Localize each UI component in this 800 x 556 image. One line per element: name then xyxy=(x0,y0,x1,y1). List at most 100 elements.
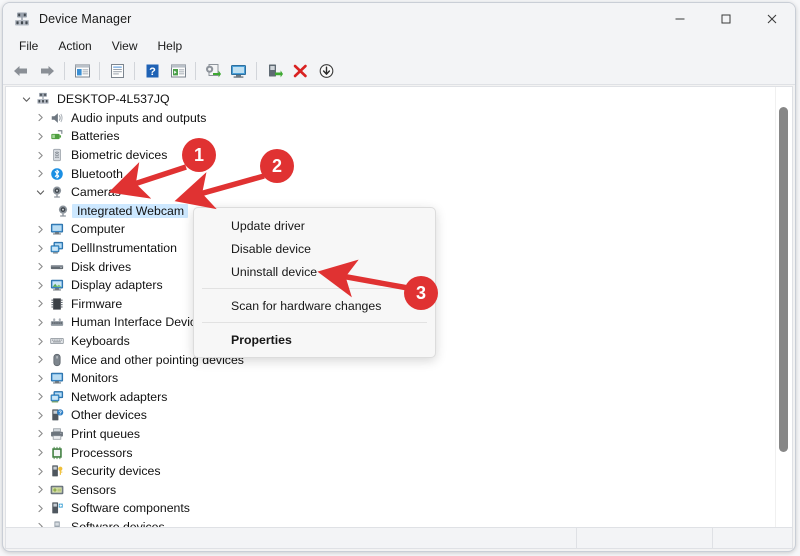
context-menu-item-properties[interactable]: Properties xyxy=(194,328,435,351)
status-cell-tertiary xyxy=(713,528,792,548)
speaker-icon xyxy=(48,111,66,125)
tree-row-label: Cameras xyxy=(71,185,121,200)
context-menu-separator xyxy=(202,322,427,323)
chevron-right-icon[interactable] xyxy=(32,374,48,383)
chevron-right-icon[interactable] xyxy=(32,318,48,327)
chevron-right-icon[interactable] xyxy=(32,485,48,494)
scan-hardware-changes-button[interactable] xyxy=(227,59,251,83)
show-hide-console-tree-icon xyxy=(74,64,90,77)
toolbar-separator xyxy=(99,61,100,80)
properties-button[interactable] xyxy=(105,59,129,83)
context-menu-item-disable-device[interactable]: Disable device xyxy=(194,237,435,260)
toolbar-separator xyxy=(64,61,65,80)
chevron-down-icon[interactable] xyxy=(32,188,48,197)
maximize-button[interactable] xyxy=(703,3,749,35)
chevron-right-icon[interactable] xyxy=(32,169,48,178)
menu-action[interactable]: Action xyxy=(48,37,101,55)
security-device-icon xyxy=(48,464,66,478)
chevron-right-icon[interactable] xyxy=(32,355,48,364)
chevron-right-icon[interactable] xyxy=(32,392,48,401)
vertical-scrollbar[interactable] xyxy=(775,87,792,528)
menu-view[interactable]: View xyxy=(102,37,148,55)
status-cell-main xyxy=(6,528,577,548)
help-button[interactable]: ? xyxy=(140,59,164,83)
annotation-badge-2: 2 xyxy=(260,149,294,183)
tree-row-other-devices[interactable]: ? Other devices xyxy=(6,406,792,425)
uninstall-device-icon xyxy=(293,64,307,77)
monitor-icon xyxy=(48,371,66,385)
enable-device-icon xyxy=(269,64,283,77)
update-driver-icon xyxy=(206,63,221,77)
processor-icon xyxy=(48,446,66,460)
context-menu-item-uninstall-device[interactable]: Uninstall device xyxy=(194,260,435,283)
tree-row-desktop[interactable]: DESKTOP-4L537JQ xyxy=(6,90,792,109)
context-menu-item-update-driver[interactable]: Update driver xyxy=(194,214,435,237)
chevron-right-icon[interactable] xyxy=(32,411,48,420)
tree-row-print-queues[interactable]: Print queues xyxy=(6,425,792,444)
chevron-right-icon[interactable] xyxy=(32,448,48,457)
chevron-down-icon[interactable] xyxy=(18,95,34,104)
context-menu-item-scan-for-hardware-changes[interactable]: Scan for hardware changes xyxy=(194,294,435,317)
tree-row-label: Firmware xyxy=(71,296,123,311)
uninstall-device-button[interactable] xyxy=(288,59,312,83)
annotation-badge-3: 3 xyxy=(404,276,438,310)
printer-icon xyxy=(48,427,66,441)
tree-row-label: Other devices xyxy=(71,408,147,423)
keyboard-icon xyxy=(48,334,66,348)
chevron-right-icon[interactable] xyxy=(32,504,48,513)
tree-row-monitors[interactable]: Monitors xyxy=(6,369,792,388)
minimize-button[interactable] xyxy=(657,3,703,35)
software-component-icon xyxy=(48,501,66,515)
scrollbar-thumb[interactable] xyxy=(779,107,788,452)
tree-row-processors[interactable]: Processors xyxy=(6,443,792,462)
show-hide-console-tree-button[interactable] xyxy=(70,59,94,83)
maximize-icon xyxy=(721,14,731,24)
menu-help[interactable]: Help xyxy=(148,37,193,55)
tree-row-network-adapters[interactable]: Network adapters xyxy=(6,388,792,407)
disable-device-button[interactable] xyxy=(314,59,338,83)
svg-text:?: ? xyxy=(149,66,156,78)
chevron-right-icon[interactable] xyxy=(32,225,48,234)
tree-row-label: Processors xyxy=(71,445,133,460)
display-adapter-icon xyxy=(48,278,66,292)
chevron-right-icon[interactable] xyxy=(32,113,48,122)
devices-icon xyxy=(48,241,66,255)
tree-row-software-components[interactable]: Software components xyxy=(6,499,792,518)
sensor-icon xyxy=(48,483,66,497)
tree-row-label: Print queues xyxy=(71,426,141,441)
update-driver-button[interactable] xyxy=(201,59,225,83)
chevron-right-icon[interactable] xyxy=(32,151,48,160)
tree-row-batteries[interactable]: Batteries xyxy=(6,127,792,146)
tree-row-label: Keyboards xyxy=(71,334,130,349)
chevron-right-icon[interactable] xyxy=(32,467,48,476)
menu-file[interactable]: File xyxy=(9,37,48,55)
chevron-right-icon[interactable] xyxy=(32,281,48,290)
context-menu[interactable]: Update driver Disable device Uninstall d… xyxy=(193,207,436,358)
toolbar-separator xyxy=(195,61,196,80)
tree-row-audio-inputs-and-outputs[interactable]: Audio inputs and outputs xyxy=(6,109,792,128)
tree-row-label: Bluetooth xyxy=(71,166,123,181)
tree-row-security-devices[interactable]: Security devices xyxy=(6,462,792,481)
chevron-right-icon[interactable] xyxy=(32,337,48,346)
show-hide-action-pane-button[interactable] xyxy=(166,59,190,83)
back-button[interactable] xyxy=(9,59,33,83)
tree-row-label: Monitors xyxy=(71,371,119,386)
disk-drive-icon xyxy=(48,260,66,274)
chevron-right-icon[interactable] xyxy=(32,429,48,438)
chevron-right-icon[interactable] xyxy=(32,132,48,141)
toolbar-separator xyxy=(256,61,257,80)
tree-row-label: Security devices xyxy=(71,464,161,479)
scan-hardware-changes-icon xyxy=(231,64,246,78)
chevron-right-icon[interactable] xyxy=(32,244,48,253)
chevron-right-icon[interactable] xyxy=(32,262,48,271)
tree-row-label: Network adapters xyxy=(71,389,168,404)
tree-row-bluetooth[interactable]: Bluetooth xyxy=(6,164,792,183)
forward-button[interactable] xyxy=(35,59,59,83)
toolbar: ? xyxy=(3,57,795,85)
enable-device-button[interactable] xyxy=(262,59,286,83)
tree-row-biometric-devices[interactable]: Biometric devices xyxy=(6,146,792,165)
tree-row-cameras[interactable]: Cameras xyxy=(6,183,792,202)
close-button[interactable] xyxy=(749,3,795,35)
tree-row-sensors[interactable]: Sensors xyxy=(6,480,792,499)
chevron-right-icon[interactable] xyxy=(32,299,48,308)
